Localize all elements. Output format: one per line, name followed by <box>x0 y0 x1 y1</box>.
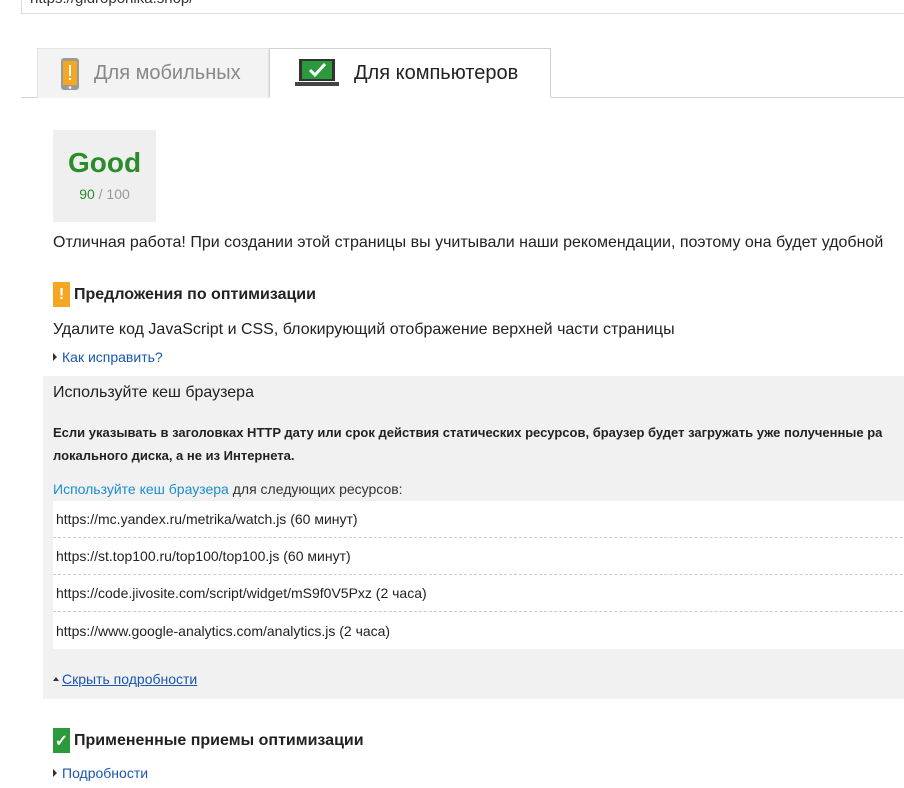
resources-intro-rest: для следующих ресурсов: <box>228 481 403 497</box>
tab-mobile[interactable]: Для мобильных <box>37 48 269 98</box>
suggestions-heading-label: Предложения по оптимизации <box>74 285 316 303</box>
phone-icon <box>61 57 79 90</box>
monitor-icon <box>295 59 339 86</box>
score-number: 90 / 100 <box>53 186 156 202</box>
triangle-right-icon <box>53 769 57 777</box>
browser-cache-link[interactable]: Используйте кеш браузера <box>53 481 229 497</box>
list-item: https://mc.yandex.ru/metrika/watch.js (6… <box>53 501 904 538</box>
tab-desktop-label: Для компьютеров <box>354 61 519 84</box>
list-item: https://www.google-analytics.com/analyti… <box>56 622 391 639</box>
list-item: https://st.top100.ru/top100/top100.js (6… <box>53 538 904 575</box>
warning-icon: ! <box>53 282 70 307</box>
score-value: 90 <box>79 186 95 202</box>
suggestions-heading: ! Предложения по оптимизации <box>53 282 316 307</box>
score-box: Good 90 / 100 <box>53 130 156 222</box>
applied-heading: ✓ Примененные приемы оптимизации <box>53 728 364 753</box>
details-link[interactable]: Подробности <box>53 765 148 781</box>
triangle-right-icon <box>53 353 57 361</box>
check-icon: ✓ <box>53 728 70 753</box>
rule-render-blocking-title: Удалите код JavaScript и CSS, блокирующи… <box>53 321 675 338</box>
url-field[interactable]: https://gidroponika.shop/ <box>21 0 904 14</box>
resource-list: https://mc.yandex.ru/metrika/watch.js (6… <box>53 501 904 649</box>
summary-text: Отличная работа! При создании этой стран… <box>53 234 884 251</box>
triangle-up-icon <box>53 677 59 681</box>
applied-heading-label: Примененные приемы оптимизации <box>74 731 364 749</box>
list-item: https://code.jivosite.com/script/widget/… <box>53 575 904 612</box>
browser-cache-panel: Используйте кеш браузера Если указывать … <box>43 376 904 699</box>
hide-details-link[interactable]: Скрыть подробности <box>53 671 197 687</box>
score-word: Good <box>67 147 142 178</box>
score-max: / 100 <box>98 186 130 202</box>
details-label: Подробности <box>62 765 149 781</box>
hide-details-label: Скрыть подробности <box>62 671 198 687</box>
how-to-fix-label: Как исправить? <box>62 349 163 365</box>
resources-intro: Используйте кеш браузера для следующих р… <box>53 481 403 497</box>
how-to-fix-link[interactable]: Как исправить? <box>53 349 163 365</box>
browser-cache-title: Используйте кеш браузера <box>53 384 254 401</box>
tab-desktop[interactable]: Для компьютеров <box>269 48 551 98</box>
tab-mobile-label: Для мобильных <box>94 62 241 84</box>
browser-cache-description: Если указывать в заголовках HTTP дату ил… <box>53 425 883 463</box>
